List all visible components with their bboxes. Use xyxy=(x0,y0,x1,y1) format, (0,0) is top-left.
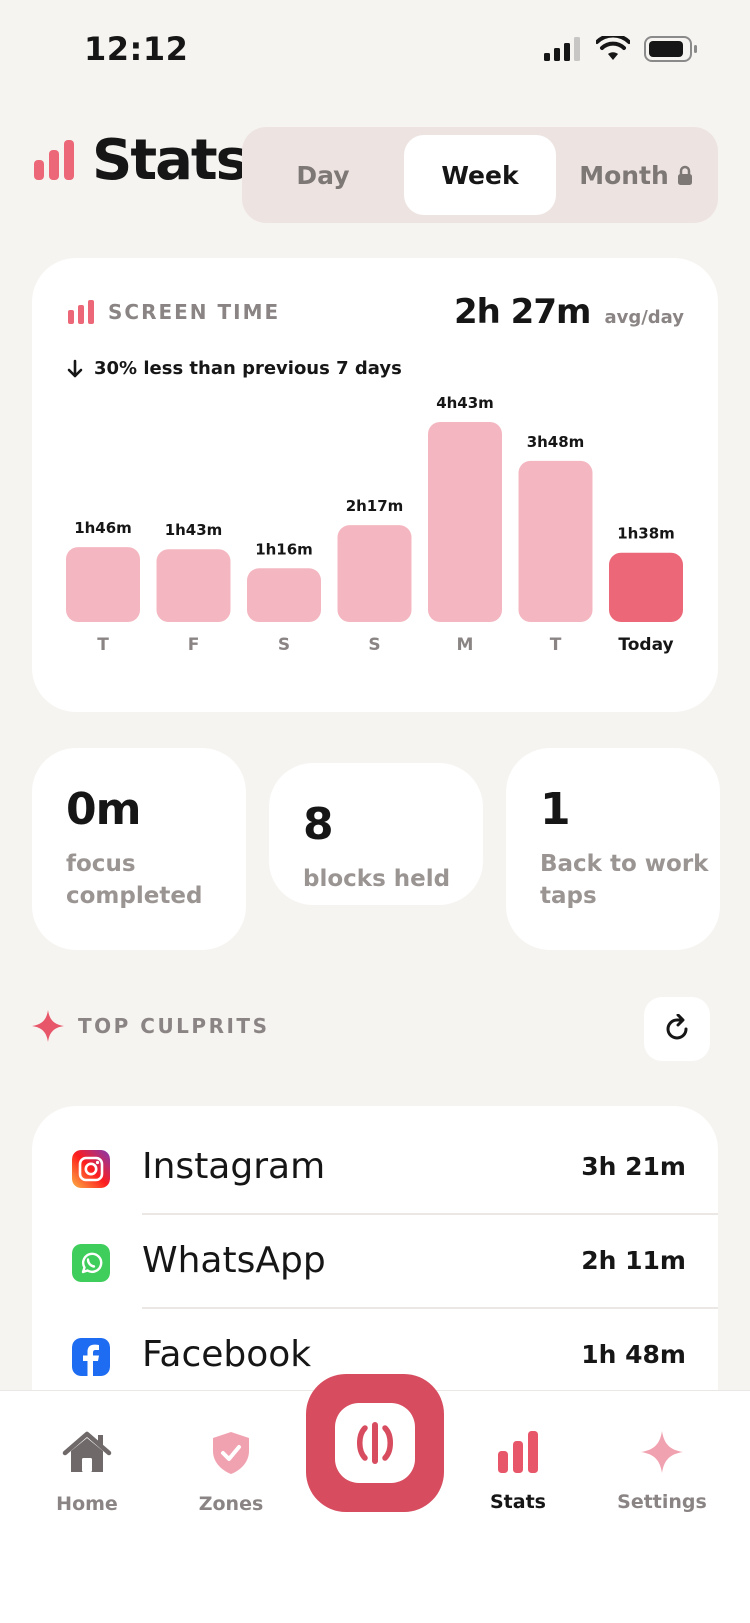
bar-category-label: T xyxy=(550,635,562,655)
status-bar: 12:12 xyxy=(0,0,750,96)
refresh-icon xyxy=(666,1014,688,1040)
bar-value-label: 1h16m xyxy=(255,540,313,558)
stats-bars-icon xyxy=(498,1431,538,1473)
top-culprits-header: TOP CULPRITS xyxy=(32,1010,269,1042)
bar-0 xyxy=(66,547,140,622)
app-name: WhatsApp xyxy=(142,1240,326,1281)
bar-category-label: S xyxy=(278,635,290,655)
bar-category-label: F xyxy=(188,635,200,655)
bar-value-label: 3h48m xyxy=(527,433,585,451)
whatsapp-icon xyxy=(72,1244,110,1282)
bar-category-label: M xyxy=(457,635,474,655)
battery-icon xyxy=(644,36,697,62)
screen-time-bar-chart: 1h46m T 1h43m F 1h16m S 2h17m S 4h43m M 3h48m T 1h38… xyxy=(66,394,683,655)
screen-time-card: SCREEN TIME 2h 27m avg/day 30% less than… xyxy=(32,258,718,712)
period-segmented-control: Day Week Month xyxy=(242,127,718,223)
bar-value-label: 4h43m xyxy=(436,394,494,412)
bar-category-label: T xyxy=(97,635,109,655)
bar-value-label: 1h38m xyxy=(617,525,675,543)
stat-tile-back-to-work: 1 Back to work taps xyxy=(506,748,720,950)
tab-stats-label: Stats xyxy=(490,1491,546,1513)
bar-5 xyxy=(518,460,593,622)
segment-month-label: Month xyxy=(579,160,669,190)
app-time: 3h 21m xyxy=(581,1152,686,1181)
app-logo-icon xyxy=(335,1403,415,1483)
divider xyxy=(142,1307,718,1309)
stat-tile-focus: 0m focus completed xyxy=(32,748,246,950)
tile-text: Back to work taps xyxy=(540,851,709,909)
list-item[interactable]: Instagram 3h 21m xyxy=(32,1122,718,1216)
app-name: Facebook xyxy=(142,1334,312,1375)
bar-value-label: 2h17m xyxy=(346,497,404,515)
tab-home-label: Home xyxy=(56,1493,118,1515)
app-time: 1h 48m xyxy=(581,1340,686,1369)
bar-6 xyxy=(609,552,683,622)
status-time: 12:12 xyxy=(84,30,189,68)
stats-bars-icon xyxy=(34,140,74,180)
home-icon xyxy=(62,1431,112,1472)
tile-number: 0m xyxy=(66,784,141,835)
bar-3 xyxy=(337,525,412,622)
list-item[interactable]: WhatsApp 2h 11m xyxy=(32,1216,718,1310)
status-icons xyxy=(544,36,698,62)
top-culprits-title: TOP CULPRITS xyxy=(78,1014,270,1038)
tab-home[interactable]: Home xyxy=(22,1431,152,1515)
instagram-icon xyxy=(72,1150,110,1188)
page-title: Stats xyxy=(92,128,249,193)
facebook-icon xyxy=(72,1338,110,1376)
segment-week[interactable]: Week xyxy=(404,135,556,215)
bar-value-label: 1h46m xyxy=(74,519,132,537)
lock-icon xyxy=(677,165,692,185)
tab-settings[interactable]: Settings xyxy=(597,1431,727,1513)
sparkle-icon xyxy=(32,1010,64,1042)
tab-zones[interactable]: Zones xyxy=(166,1431,296,1515)
tab-stats[interactable]: Stats xyxy=(453,1431,583,1513)
tile-number: 8 xyxy=(303,799,334,850)
tab-settings-label: Settings xyxy=(617,1491,707,1513)
tile-text: blocks held xyxy=(303,866,451,892)
tile-number: 1 xyxy=(540,784,571,835)
bar-category-label: Today xyxy=(618,635,673,655)
tile-text: focus completed xyxy=(66,851,203,909)
refresh-button[interactable] xyxy=(644,997,710,1061)
segment-day[interactable]: Day xyxy=(248,135,398,215)
bar-4 xyxy=(428,422,502,622)
focus-center-button[interactable] xyxy=(306,1374,444,1512)
bar-value-label: 1h43m xyxy=(165,521,223,539)
cellular-signal-icon xyxy=(544,37,580,61)
wifi-icon xyxy=(596,36,630,60)
app-time: 2h 11m xyxy=(581,1246,686,1275)
app-name: Instagram xyxy=(142,1146,326,1187)
bar-2 xyxy=(247,568,321,622)
stat-tile-blocks: 8 blocks held xyxy=(269,763,483,905)
bar-1 xyxy=(156,549,231,622)
bar-category-label: S xyxy=(368,635,380,655)
tab-zones-label: Zones xyxy=(198,1493,264,1515)
divider xyxy=(142,1213,718,1215)
segment-month[interactable]: Month xyxy=(558,135,714,215)
shield-check-icon xyxy=(213,1432,249,1474)
sparkle-icon xyxy=(641,1431,683,1473)
